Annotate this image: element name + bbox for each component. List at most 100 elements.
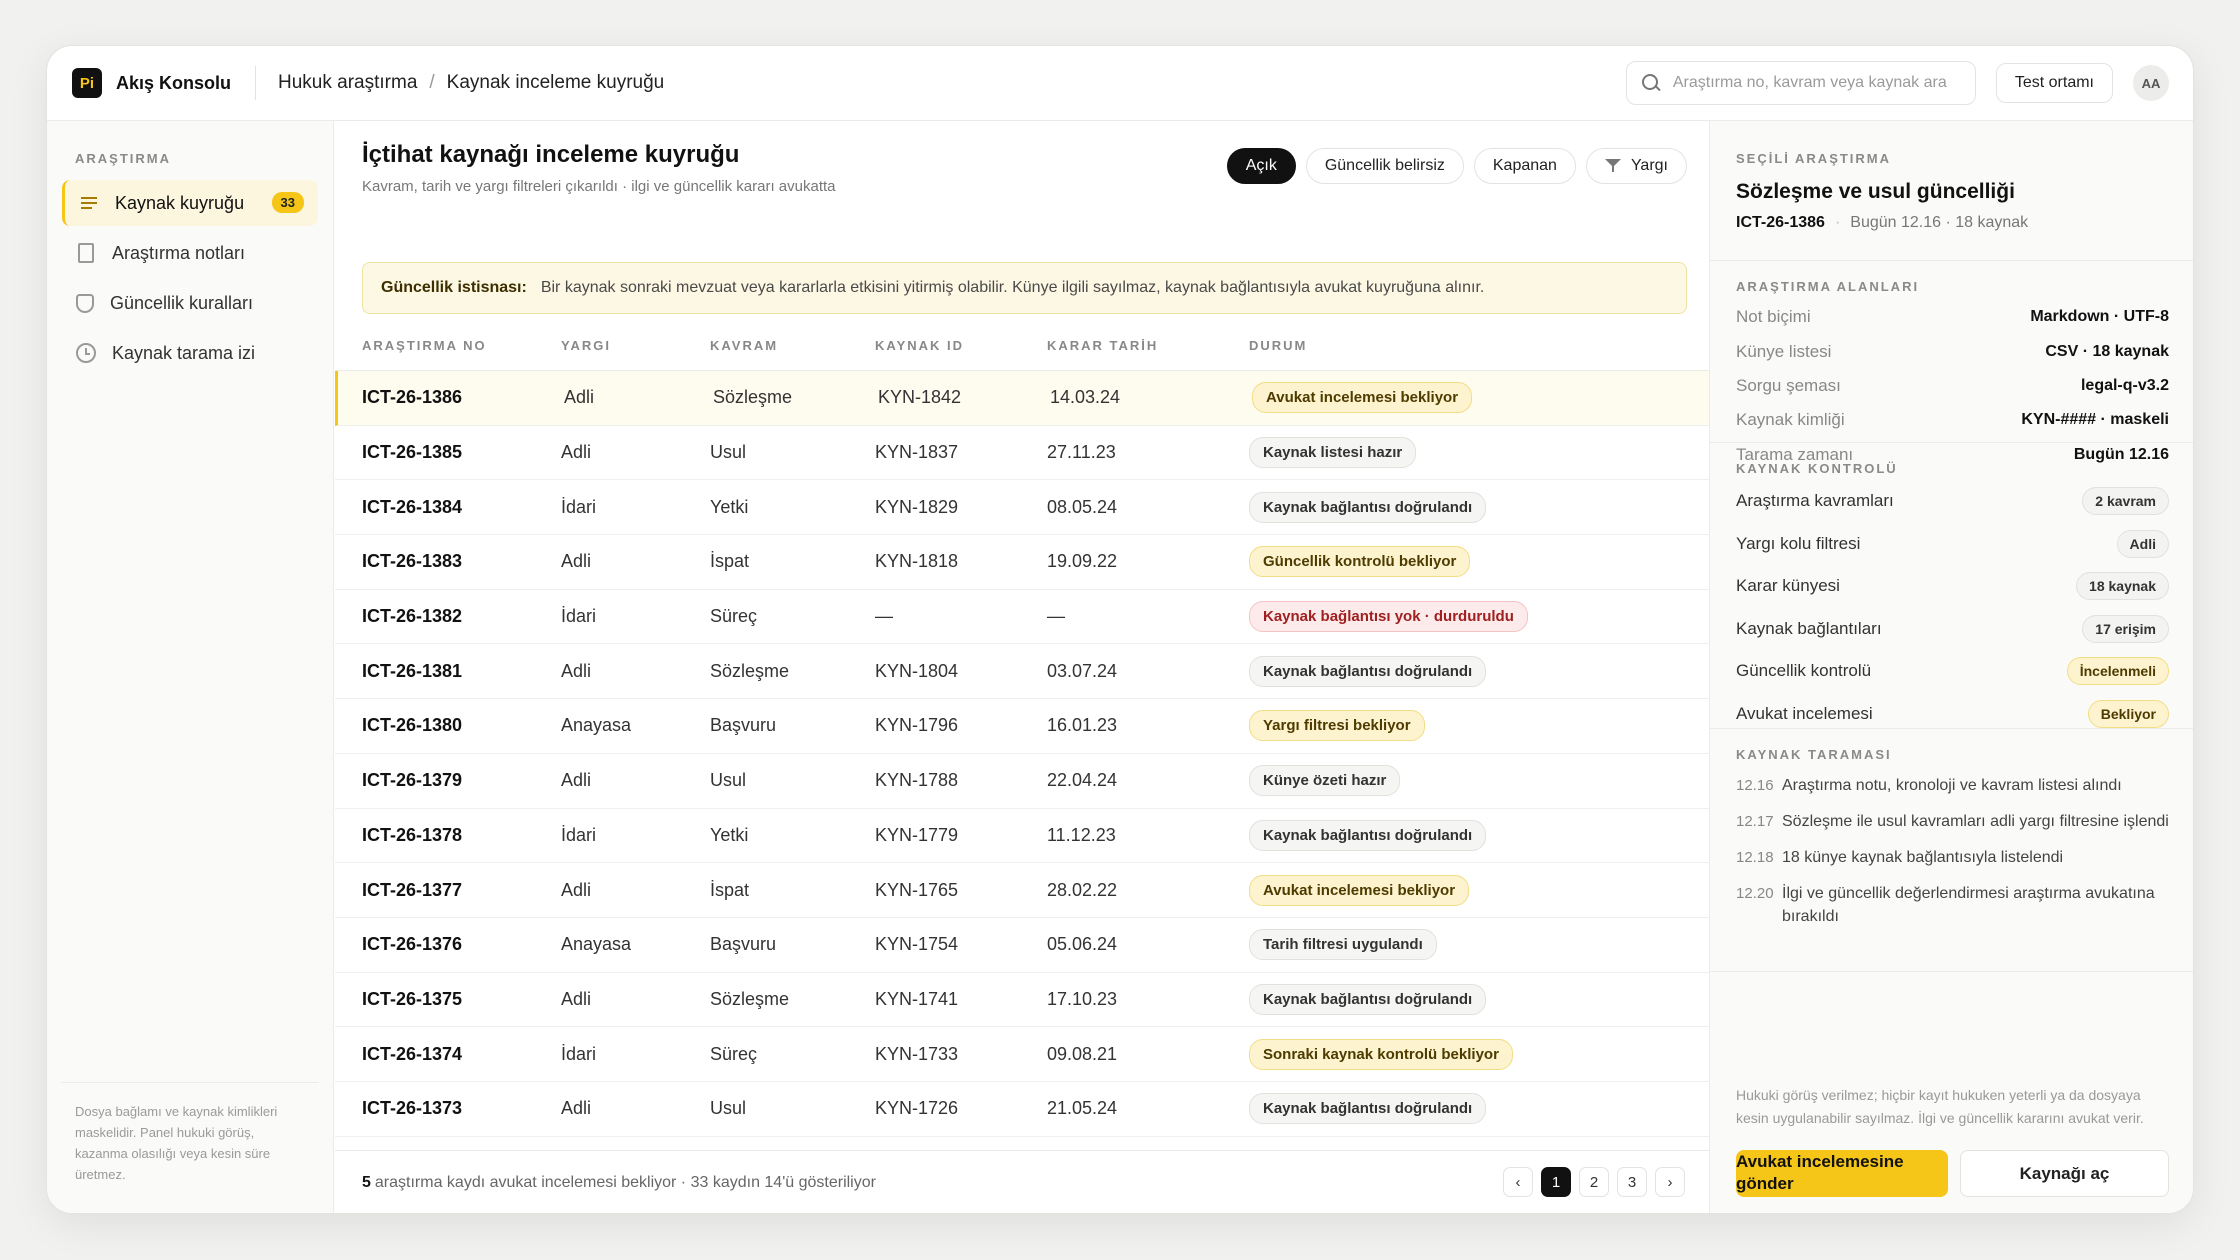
field-key: Kaynak kimliği [1736, 410, 1845, 430]
decision-date-cell: 19.09.22 [1047, 551, 1118, 572]
filter-open[interactable]: Açık [1226, 148, 1296, 184]
check-row: Araştırma kavramları 2 kavram [1736, 480, 2169, 523]
column-header[interactable]: ARAŞTIRMA NO [335, 338, 561, 353]
table-row[interactable]: ICT-26-1378 İdari Yetki KYN-1779 11.12.23 Kay… [335, 809, 1715, 864]
sidebar-item-label: Kaynak kuyruğu [115, 192, 245, 213]
decision-date-cell: 11.12.23 [1047, 824, 1116, 845]
column-header[interactable]: KAYNAK ID [875, 338, 1047, 353]
jurisdiction-cell: Adli [561, 660, 592, 681]
field-value: Markdown · UTF-8 [2030, 308, 2169, 326]
sidebar-item-research-notes[interactable]: Araştırma notları [62, 230, 318, 276]
jurisdiction-cell: İdari [561, 1043, 597, 1064]
environment-button[interactable]: Test ortamı [1995, 63, 2113, 103]
check-label: Güncellik kontrolü [1736, 661, 1872, 681]
decision-date-cell: 05.06.24 [1047, 934, 1118, 955]
avatar[interactable]: AA [2133, 65, 2169, 101]
field-key: Sorgu şeması [1736, 375, 1841, 395]
decision-date-cell: 21.05.24 [1047, 1098, 1118, 1119]
table-row[interactable]: ICT-26-1379 Adli Usul KYN-1788 22.04.24 Künye… [335, 754, 1715, 809]
top-right-controls: Araştırma no, kavram veya kaynak ara Tes… [1625, 61, 2169, 105]
concept-cell: Sözleşme [710, 988, 790, 1009]
sidebar-item-source-queue[interactable]: Kaynak kuyruğu 33 [62, 180, 318, 226]
section-label: ARAŞTIRMA ALANLARI [1736, 279, 1920, 294]
table-row[interactable]: ICT-26-1373 Adli Usul KYN-1726 21.05.24 Kayna… [335, 1082, 1715, 1137]
column-header[interactable]: DURUM [1249, 338, 1715, 353]
open-source-button[interactable]: Kaynağı aç [1960, 1150, 2169, 1197]
research-id-cell: ICT-26-1379 [362, 770, 463, 791]
research-id-cell: ICT-26-1375 [362, 988, 463, 1009]
field-key: Künye listesi [1736, 341, 1832, 361]
table-row[interactable]: ICT-26-1383 Adli İspat KYN-1818 19.09.22 Günc… [335, 535, 1715, 590]
filter-closed[interactable]: Kapanan [1473, 148, 1576, 184]
column-header[interactable]: KAVRAM [710, 338, 875, 353]
field-value: CSV · 18 kaynak [2045, 342, 2169, 360]
divider [255, 66, 257, 100]
source-id-cell: KYN-1837 [875, 442, 959, 463]
status-badge: Tarih filtresi uygulandı [1249, 929, 1437, 961]
table-row[interactable]: ICT-26-1376 Anayasa Başvuru KYN-1754 05.06.2… [335, 918, 1715, 973]
table-row[interactable]: ICT-26-1381 Adli Sözleşme KYN-1804 03.07.24 K… [335, 644, 1715, 700]
status-badge: Kaynak bağlantısı doğrulandı [1249, 491, 1487, 523]
sidebar-item-scan-trail[interactable]: Kaynak tarama izi [62, 330, 318, 376]
selected-id: ICT-26-1386 [1736, 214, 1825, 231]
table-row[interactable]: ICT-26-1382 İdari Süreç — — Kaynak bağlantısı… [335, 590, 1715, 645]
research-id-cell: ICT-26-1377 [362, 879, 463, 900]
table-row[interactable]: ICT-26-1380 Anayasa Başvuru KYN-1796 16.01.2… [335, 699, 1715, 754]
decision-date-cell: 22.04.24 [1047, 770, 1118, 791]
brand[interactable]: Pi Akış Konsolu [72, 68, 231, 98]
page-button-3[interactable]: 3 [1617, 1167, 1647, 1197]
send-to-lawyer-button[interactable]: Avukat incelemesine gönder [1736, 1150, 1948, 1197]
next-page-button[interactable]: › [1655, 1167, 1685, 1197]
meta-separator: · [1834, 214, 1841, 231]
pending-count: 5 [362, 1174, 371, 1191]
status-cell: Kaynak bağlantısı doğrulandı [1249, 491, 1715, 523]
column-header[interactable]: YARGI [561, 338, 710, 353]
decision-date-cell: 03.07.24 [1047, 660, 1118, 681]
check-tag: Adli [2116, 529, 2169, 558]
check-row: Kaynak bağlantıları 17 erişim [1736, 608, 2169, 651]
source-id-cell: KYN-1733 [875, 1043, 959, 1064]
concept-cell: Yetki [710, 496, 749, 517]
source-id-cell: KYN-1842 [878, 387, 962, 408]
search-input[interactable]: Araştırma no, kavram veya kaynak ara [1625, 61, 1976, 105]
status-cell: Kaynak bağlantısı doğrulandı [1249, 655, 1715, 687]
status-cell: Sonraki kaynak kontrolü bekliyor [1249, 1038, 1715, 1070]
table-row[interactable]: ICT-26-1386 Adli Sözleşme KYN-1842 14.03.24 A… [335, 371, 1715, 426]
page-button-1[interactable]: 1 [1541, 1167, 1571, 1197]
table-row[interactable]: ICT-26-1384 İdari Yetki KYN-1829 08.05.24 Kay… [335, 480, 1715, 536]
column-header[interactable]: KARAR TARİH [1047, 338, 1249, 353]
status-badge: Kaynak bağlantısı doğrulandı [1249, 655, 1487, 687]
filter-jurisdiction[interactable]: Yargı [1585, 148, 1687, 184]
table-row[interactable]: ICT-26-1377 Adli İspat KYN-1765 28.02.22 Avuk… [335, 863, 1715, 918]
check-row: Güncellik kontrolü İncelenmeli [1736, 650, 2169, 693]
source-id-cell: KYN-1804 [875, 660, 959, 681]
table-row[interactable]: ICT-26-1374 İdari Süreç KYN-1733 09.08.21 Son… [335, 1027, 1715, 1082]
section-label: SEÇİLİ ARAŞTIRMA [1736, 151, 1892, 166]
queue-table: ARAŞTIRMA NO YARGI KAVRAM KAYNAK ID KARA… [335, 321, 1715, 1137]
status-badge: Avukat incelemesi bekliyor [1249, 874, 1470, 906]
jurisdiction-cell: Adli [561, 1098, 592, 1119]
table-row[interactable]: ICT-26-1385 Adli Usul KYN-1837 27.11.23 Kayna… [335, 426, 1715, 481]
breadcrumb-item-research[interactable]: Hukuk araştırma [278, 72, 417, 94]
status-badge: Sonraki kaynak kontrolü bekliyor [1249, 1038, 1513, 1070]
check-label: Karar künyesi [1736, 576, 1840, 596]
table-row[interactable]: ICT-26-1375 Adli Sözleşme KYN-1741 17.10.23 K… [335, 973, 1715, 1028]
check-tag: Bekliyor [2087, 699, 2169, 728]
page-button-2[interactable]: 2 [1579, 1167, 1609, 1197]
check-label: Araştırma kavramları [1736, 491, 1894, 511]
filter-currency-unclear[interactable]: Güncellik belirsiz [1305, 148, 1464, 184]
prev-page-button[interactable]: ‹ [1503, 1167, 1533, 1197]
research-id-cell: ICT-26-1384 [362, 496, 463, 517]
sidebar-item-currency-rules[interactable]: Güncellik kuralları [62, 280, 318, 326]
shield-icon [76, 293, 94, 313]
page-title: İçtihat kaynağı inceleme kuyruğu [362, 141, 740, 168]
scan-entry: 12.16 Araştırma notu, kronoloji ve kavram… [1736, 774, 2169, 797]
status-cell: Kaynak listesi hazır [1249, 437, 1715, 469]
app-window: Pi Akış Konsolu Hukuk araştırma / Kaynak… [46, 45, 2194, 1214]
status-badge: Kaynak bağlantısı doğrulandı [1249, 819, 1487, 851]
status-badge: Künye özeti hazır [1249, 765, 1401, 797]
check-list: Araştırma kavramları 2 kavram Yargı kolu f… [1736, 480, 2169, 735]
scan-time: 12.20 [1736, 885, 1774, 902]
status-badge: Kaynak bağlantısı doğrulandı [1249, 1093, 1487, 1125]
main-content: İçtihat kaynağı inceleme kuyruğu Kavram,… [335, 121, 1715, 1213]
